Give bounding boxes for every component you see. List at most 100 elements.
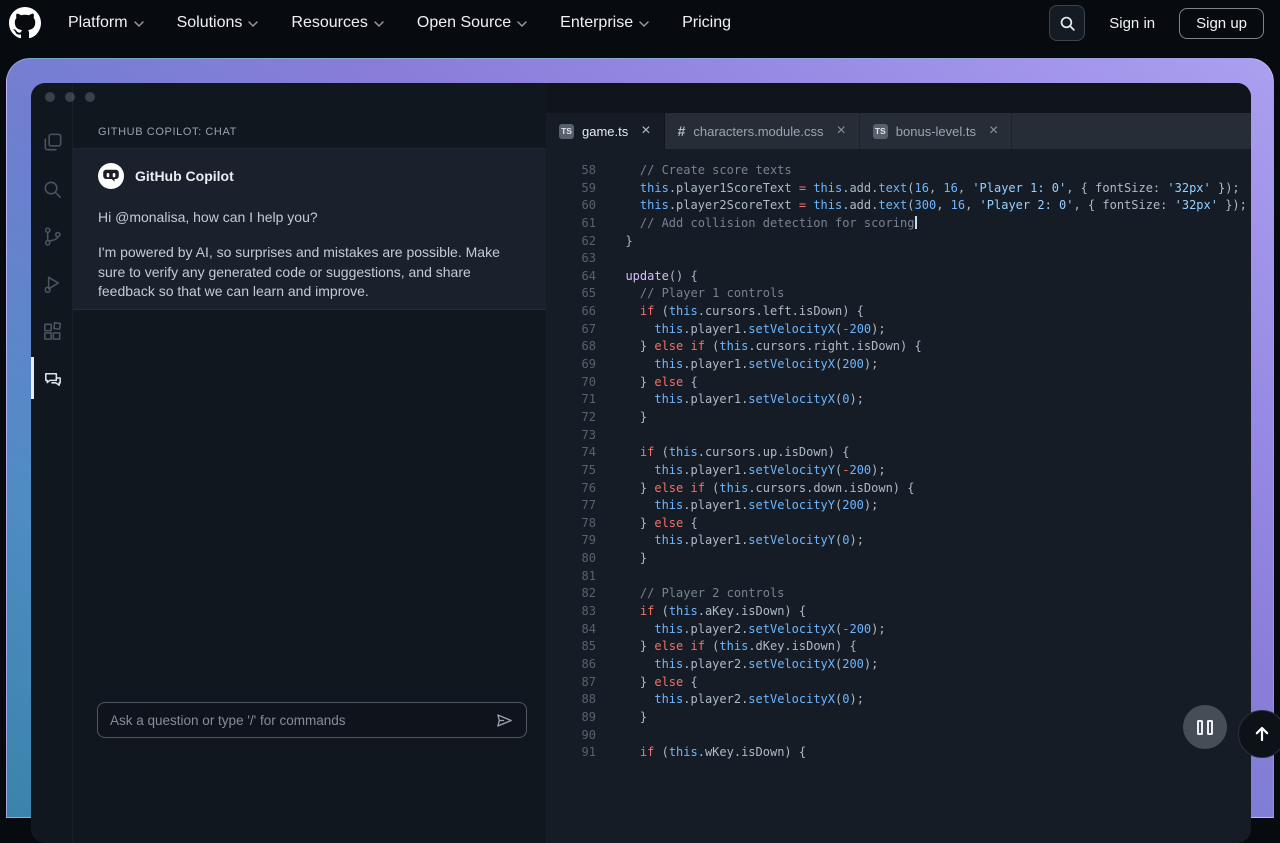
code-line[interactable]: 85 } else if (this.dKey.isDown) { — [546, 638, 1251, 656]
nav-item-pricing[interactable]: Pricing — [682, 14, 731, 32]
code-line[interactable]: 86 this.player2.setVelocityX(200); — [546, 656, 1251, 674]
code-line[interactable]: 62 } — [546, 233, 1251, 251]
code-line[interactable]: 75 this.player1.setVelocityY(-200); — [546, 462, 1251, 480]
sidebar-item-copilot-chat[interactable] — [31, 357, 73, 399]
code-line[interactable]: 79 this.player1.setVelocityY(0); — [546, 532, 1251, 550]
code-line[interactable]: 60 this.player2ScoreText = this.add.text… — [546, 197, 1251, 215]
top-nav: Platform Solutions Resources Open Source Ent… — [0, 0, 1280, 46]
code-line[interactable]: 58 // Create score texts — [546, 162, 1251, 180]
code-line[interactable]: 74 if (this.cursors.up.isDown) { — [546, 444, 1251, 462]
code-line[interactable]: 90 — [546, 727, 1251, 745]
code-area[interactable]: 58 // Create score texts 59 this.player1S… — [546, 149, 1251, 843]
code-line[interactable]: 61 // Add collision detection for scorin… — [546, 215, 1251, 233]
send-icon[interactable] — [495, 711, 514, 730]
code-line[interactable]: 89 } — [546, 709, 1251, 727]
code-line[interactable]: 76 } else if (this.cursors.down.isDown) … — [546, 480, 1251, 498]
code-text: this.player1ScoreText = this.add.text(16… — [639, 180, 1240, 195]
copilot-chat-icon — [44, 372, 61, 386]
source-control-icon — [44, 226, 61, 246]
tab-game.ts[interactable]: TS game.ts × — [546, 113, 665, 149]
code-line[interactable]: 71 this.player1.setVelocityX(0); — [546, 391, 1251, 409]
line-number: 69 — [581, 357, 596, 372]
sidebar-item-explorer[interactable] — [31, 124, 73, 160]
code-line[interactable]: 73 — [546, 427, 1251, 445]
code-line[interactable]: 82 // Player 2 controls — [546, 585, 1251, 603]
code-line[interactable]: 77 this.player1.setVelocityY(200); — [546, 497, 1251, 515]
sidebar-item-source-control[interactable] — [31, 218, 73, 254]
copilot-avatar — [98, 163, 124, 189]
tab-characters.module.css[interactable]: # characters.module.css × — [665, 113, 860, 149]
code-text: this.player1.setVelocityX(0); — [654, 392, 864, 407]
line-number: 81 — [581, 568, 596, 583]
github-logo[interactable] — [8, 6, 42, 40]
code-text: update() { — [625, 268, 698, 283]
line-number: 80 — [581, 551, 596, 566]
close-icon[interactable]: × — [836, 123, 845, 139]
code-line[interactable]: 91 if (this.wKey.isDown) { — [546, 744, 1251, 762]
nav-item-platform[interactable]: Platform — [68, 14, 144, 32]
code-line[interactable]: 83 if (this.aKey.isDown) { — [546, 603, 1251, 621]
sidebar-item-search[interactable] — [31, 171, 73, 207]
code-line[interactable]: 66 if (this.cursors.left.isDown) { — [546, 303, 1251, 321]
search-icon — [44, 181, 61, 198]
code-text: if (this.cursors.left.isDown) { — [639, 304, 864, 319]
code-line[interactable]: 78 } else { — [546, 515, 1251, 533]
code-text: if (this.aKey.isDown) { — [639, 604, 807, 619]
editor-window: GITHUB COPILOT: CHAT GitHub Copilot Hi @… — [31, 83, 1251, 843]
code-text: // Player 1 controls — [611, 286, 785, 301]
text-cursor — [915, 215, 917, 229]
code-line[interactable]: 69 this.player1.setVelocityX(200); — [546, 356, 1251, 374]
code-line[interactable]: 72 } — [546, 409, 1251, 427]
nav-item-enterprise[interactable]: Enterprise — [560, 14, 649, 32]
chat-input[interactable] — [110, 712, 495, 728]
code-line[interactable]: 70 } else { — [546, 374, 1251, 392]
code-text: } else if (this.dKey.isDown) { — [611, 639, 857, 654]
code-text: } else { — [611, 374, 698, 389]
sidebar-item-extensions[interactable] — [31, 313, 73, 349]
code-line[interactable]: 81 — [546, 568, 1251, 586]
nav-item-label: Pricing — [682, 14, 731, 31]
nav-item-label: Open Source — [416, 14, 512, 31]
github-mark-icon — [9, 7, 41, 39]
code-line[interactable]: 84 this.player2.setVelocityX(-200); — [546, 621, 1251, 639]
code-text: } — [611, 709, 648, 724]
code-text: this.player1.setVelocityY(200); — [654, 498, 879, 513]
line-number: 86 — [581, 656, 596, 671]
code-line[interactable]: 87 } else { — [546, 674, 1251, 692]
bot-row: GitHub Copilot — [98, 163, 522, 189]
code-line[interactable]: 88 this.player2.setVelocityX(0); — [546, 691, 1251, 709]
code-line[interactable]: 63 — [546, 250, 1251, 268]
pause-animation-button[interactable] — [1183, 705, 1227, 749]
editor-group: TS game.ts × # characters.module.css × TS bonus… — [546, 83, 1251, 843]
code-line[interactable]: 67 this.player1.setVelocityX(-200); — [546, 321, 1251, 339]
code-line[interactable]: 65 // Player 1 controls — [546, 285, 1251, 303]
nav-item-solutions[interactable]: Solutions — [177, 14, 259, 32]
close-icon[interactable]: × — [989, 123, 998, 139]
code-text: // Create score texts — [611, 163, 792, 177]
tab-bonus-level.ts[interactable]: TS bonus-level.ts × — [860, 113, 1013, 149]
code-line[interactable]: 80 } — [546, 550, 1251, 568]
scroll-to-top-button[interactable] — [1238, 710, 1280, 758]
chat-panel-title: GITHUB COPILOT: CHAT — [73, 116, 546, 149]
typescript-file-icon: TS — [872, 123, 888, 139]
sign-in-link[interactable]: Sign in — [1109, 15, 1155, 32]
sign-up-button[interactable]: Sign up — [1179, 7, 1264, 39]
search-button[interactable] — [1049, 5, 1086, 41]
line-number: 78 — [581, 515, 596, 530]
line-number: 88 — [581, 692, 596, 707]
chat-greeting: Hi @monalisa, how can I help you? — [98, 209, 318, 225]
sidebar-item-run-debug[interactable] — [31, 266, 73, 302]
line-number: 72 — [581, 409, 596, 424]
code-line[interactable]: 68 } else if (this.cursors.right.isDown)… — [546, 338, 1251, 356]
line-number: 75 — [581, 462, 596, 477]
nav-item-open-source[interactable]: Open Source — [417, 14, 527, 32]
chat-input-box[interactable] — [97, 702, 527, 738]
chevron-down-icon — [248, 21, 259, 27]
close-icon[interactable]: × — [641, 123, 650, 139]
nav-item-resources[interactable]: Resources — [291, 14, 384, 32]
code-line[interactable]: 64 update() { — [546, 268, 1251, 286]
chat-disclaimer: I'm powered by AI, so surprises and mist… — [98, 244, 500, 299]
code-text: } — [611, 233, 633, 248]
nav-item-label: Platform — [68, 14, 128, 31]
code-line[interactable]: 59 this.player1ScoreText = this.add.text… — [546, 180, 1251, 198]
